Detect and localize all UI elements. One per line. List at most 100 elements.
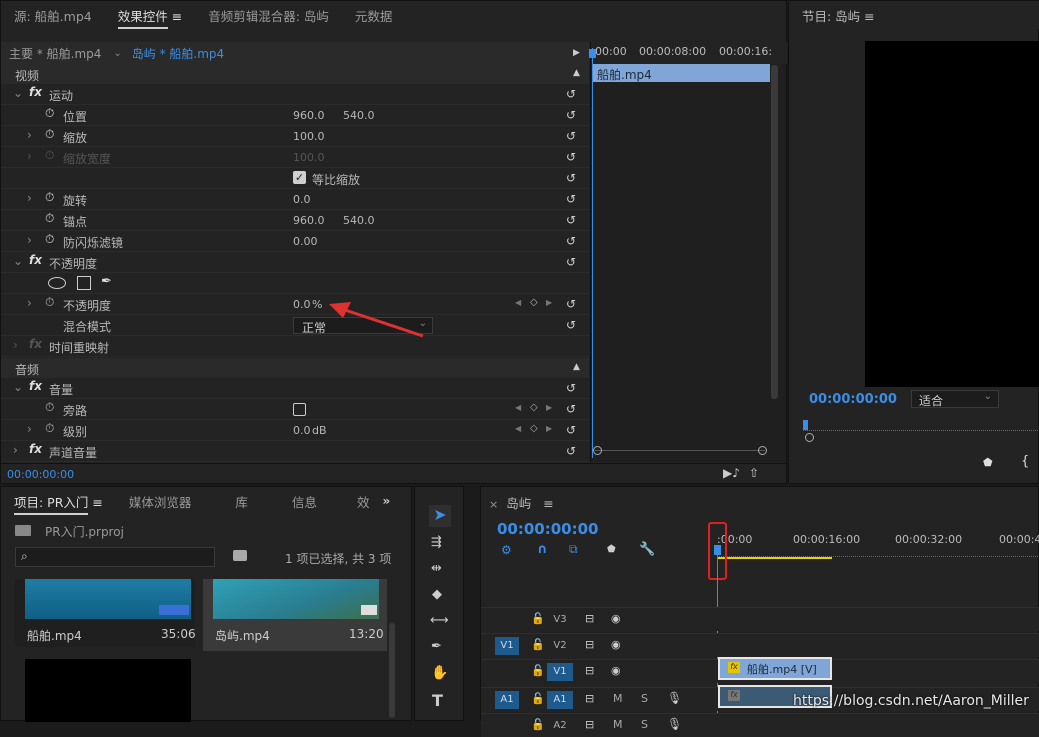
- panel-menu-icon[interactable]: ≡: [172, 9, 182, 24]
- stopwatch-icon[interactable]: ⏱: [45, 211, 54, 226]
- project-search-input[interactable]: ⌕: [15, 547, 215, 567]
- stopwatch-active-icon[interactable]: ⏱: [45, 400, 54, 415]
- more-tabs-icon[interactable]: »: [382, 494, 390, 508]
- lock-icon[interactable]: 🔓: [531, 692, 545, 705]
- chevron-down-icon[interactable]: ⌄: [113, 48, 121, 59]
- ec-playhead-head[interactable]: [589, 49, 596, 58]
- export-frame-icon[interactable]: ⇧: [749, 466, 759, 480]
- prev-keyframe-icon[interactable]: ◀: [515, 424, 521, 433]
- hand-tool-icon[interactable]: ✋: [431, 665, 448, 681]
- chevron-right-icon[interactable]: ›: [13, 443, 18, 457]
- track-target-v2[interactable]: V2: [547, 637, 573, 655]
- opacity-group-row[interactable]: ⌄ fx 不透明度: [1, 252, 589, 273]
- rotation-value[interactable]: 0.0: [293, 193, 311, 206]
- wrench-icon[interactable]: 🔧: [639, 542, 655, 557]
- panel-menu-icon[interactable]: ≡: [864, 9, 874, 24]
- play-triangle-icon[interactable]: ▶: [573, 48, 580, 58]
- rectangle-mask-icon[interactable]: [77, 276, 91, 290]
- program-playhead[interactable]: [803, 420, 808, 430]
- project-item-thumbnail-black[interactable]: [25, 659, 191, 722]
- mute-button[interactable]: M: [613, 718, 623, 731]
- tab-media-browser[interactable]: 媒体浏览器: [116, 492, 205, 511]
- lock-icon[interactable]: 🔓: [531, 638, 545, 651]
- volume-group-row[interactable]: ⌄ fx 音量: [1, 378, 589, 399]
- eye-icon[interactable]: ◉: [611, 664, 621, 677]
- sync-lock-icon[interactable]: ⊟: [585, 692, 594, 705]
- uniform-scale-checkbox[interactable]: ✓: [293, 171, 306, 184]
- add-keyframe-icon[interactable]: ◇: [530, 297, 538, 308]
- stopwatch-active-icon[interactable]: ⏱: [45, 295, 54, 310]
- play-audio-icon[interactable]: ▶♪: [723, 466, 740, 480]
- nest-icon[interactable]: ⚙: [501, 543, 512, 557]
- sync-lock-icon[interactable]: ⊟: [585, 612, 594, 625]
- sequence-clip-label[interactable]: 岛屿 * 船舶.mp4: [132, 45, 224, 62]
- anchor-x-value[interactable]: 960.0: [293, 214, 325, 227]
- panel-menu-icon[interactable]: ≡: [92, 495, 102, 510]
- fit-select[interactable]: 适合 ⌄: [911, 390, 999, 408]
- lock-icon[interactable]: 🔓: [531, 664, 545, 677]
- ec-ruler[interactable]: 00:00 00:00:08:00 00:00:16:: [591, 42, 787, 64]
- selection-tool-icon[interactable]: ➤: [429, 505, 451, 527]
- eye-icon[interactable]: ◉: [611, 612, 621, 625]
- timeline-ruler[interactable]: :00:00 00:00:16:00 00:00:32:00 00:00:48: [717, 527, 1039, 567]
- zoom-handle[interactable]: [805, 433, 814, 442]
- add-marker-icon[interactable]: ⬟: [607, 544, 616, 555]
- scale-value[interactable]: 100.0: [293, 130, 325, 143]
- microphone-icon[interactable]: 🎙: [667, 717, 682, 731]
- tab-source[interactable]: 源: 船舶.mp4: [1, 6, 105, 25]
- ellipse-mask-icon[interactable]: [48, 277, 66, 289]
- ec-vertical-scrollbar[interactable]: [771, 65, 778, 399]
- panel-menu-icon[interactable]: ≡: [543, 496, 553, 511]
- next-keyframe-icon[interactable]: ▶: [546, 403, 552, 412]
- track-target-a1[interactable]: A1: [547, 691, 573, 709]
- chevron-right-icon[interactable]: ›: [27, 296, 32, 310]
- program-ruler[interactable]: [803, 425, 1039, 431]
- program-timecode[interactable]: 00:00:00:00: [809, 392, 897, 407]
- channel-volume-row[interactable]: › fx 声道音量: [1, 441, 589, 462]
- ec-playhead[interactable]: [592, 48, 593, 458]
- track-select-tool-icon[interactable]: ⇶: [431, 535, 442, 550]
- tab-metadata[interactable]: 元数据: [342, 6, 406, 25]
- type-tool-icon[interactable]: T: [432, 691, 443, 710]
- source-patch-a1[interactable]: A1: [495, 691, 519, 709]
- track-target-v1[interactable]: V1: [547, 663, 573, 681]
- stopwatch-active-icon[interactable]: ⏱: [45, 421, 54, 436]
- project-item-thumbnail-selected[interactable]: 岛屿.mp4 13:20: [203, 579, 387, 651]
- stopwatch-icon[interactable]: ⏱: [45, 190, 54, 205]
- timeline-playhead-head[interactable]: [714, 545, 721, 555]
- source-patch-v1[interactable]: V1: [495, 637, 519, 655]
- chevron-right-icon[interactable]: ›: [13, 338, 18, 352]
- chevron-right-icon[interactable]: ›: [27, 422, 32, 436]
- sync-lock-icon[interactable]: ⊟: [585, 718, 594, 731]
- sync-lock-icon[interactable]: ⊟: [585, 664, 594, 677]
- tab-effects[interactable]: 效: [344, 492, 383, 511]
- lock-icon[interactable]: 🔓: [531, 612, 545, 625]
- time-remap-row[interactable]: › fx 时间重映射: [1, 336, 589, 357]
- mark-in-icon[interactable]: {: [1021, 454, 1029, 469]
- pen-tool-icon[interactable]: ✒: [431, 639, 442, 654]
- chevron-down-icon[interactable]: ⌄: [13, 86, 23, 100]
- stopwatch-icon[interactable]: ⏱: [45, 106, 54, 121]
- tab-info[interactable]: 信息: [279, 492, 330, 511]
- pen-mask-icon[interactable]: ✒: [101, 274, 112, 289]
- bypass-checkbox[interactable]: [293, 403, 306, 416]
- add-keyframe-icon[interactable]: ◇: [530, 423, 538, 434]
- solo-button[interactable]: S: [641, 692, 648, 705]
- master-clip-label[interactable]: 主要 * 船舶.mp4: [9, 45, 101, 62]
- tab-libraries[interactable]: 库: [222, 492, 261, 511]
- chevron-down-icon[interactable]: ⌄: [13, 254, 23, 268]
- mute-button[interactable]: M: [613, 692, 623, 705]
- next-keyframe-icon[interactable]: ▶: [546, 298, 552, 307]
- collapse-up-icon[interactable]: ▲: [573, 362, 580, 372]
- find-icon[interactable]: [233, 550, 247, 561]
- chevron-right-icon[interactable]: ›: [27, 128, 32, 142]
- level-value[interactable]: 0.0: [293, 424, 311, 437]
- flicker-value[interactable]: 0.00: [293, 235, 318, 248]
- scroll-handle-right[interactable]: [758, 446, 767, 455]
- slip-tool-icon[interactable]: ⟷: [430, 613, 449, 628]
- sync-lock-icon[interactable]: ⊟: [585, 638, 594, 651]
- position-y-value[interactable]: 540.0: [343, 109, 375, 122]
- chevron-right-icon[interactable]: ›: [27, 233, 32, 247]
- position-x-value[interactable]: 960.0: [293, 109, 325, 122]
- tab-effect-controls[interactable]: 效果控件 ≡: [105, 6, 195, 29]
